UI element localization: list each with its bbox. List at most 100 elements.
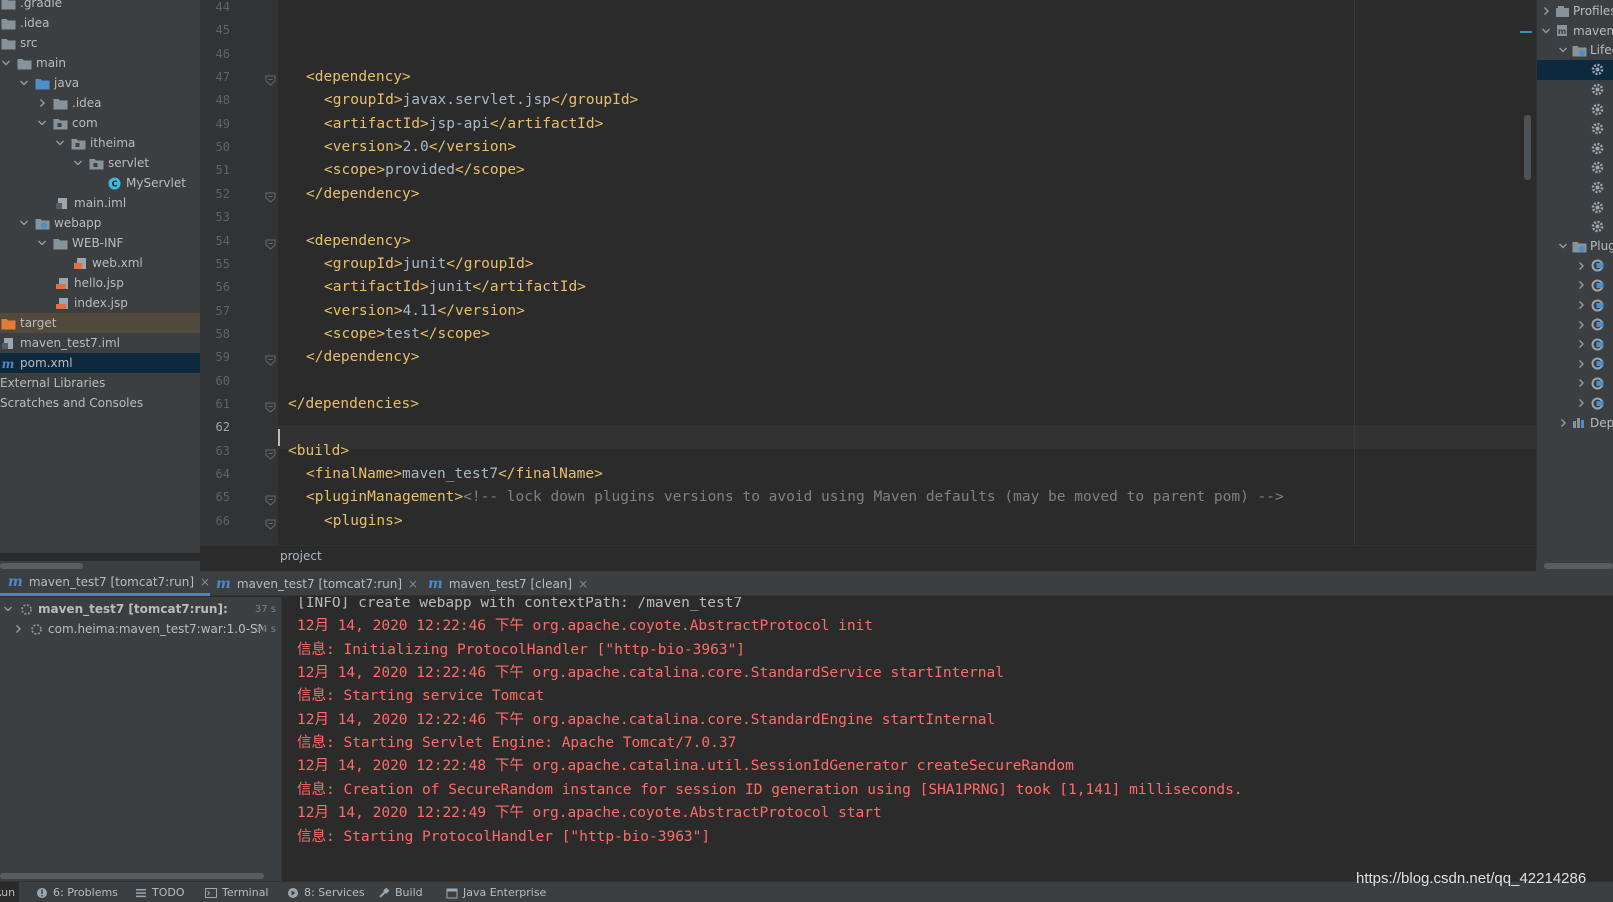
code-line[interactable]: <version>2.0</version> [324,135,516,159]
tool-window-button[interactable]: 8: Services [287,882,365,902]
maven-tree-item[interactable] [1537,79,1613,99]
maven-tree-item[interactable] [1537,138,1613,158]
tree-item[interactable]: target [0,313,200,333]
chevron-right-icon[interactable] [1575,338,1587,350]
breadcrumb-item[interactable]: project [280,549,322,563]
tree-item[interactable]: Scratches and Consoles [0,393,200,413]
tool-window-button[interactable]: Build [378,882,423,902]
tree-item[interactable]: External Libraries [0,373,200,393]
chevron-right-icon[interactable] [1575,260,1587,272]
code-line[interactable]: <pluginManagement><!-- lock down plugins… [306,485,1284,509]
chevron-right-icon[interactable] [1575,279,1587,291]
editor-vertical-scrollbar[interactable] [1524,115,1531,180]
tree-item[interactable]: main.iml [0,193,200,213]
maven-tree-item[interactable] [1537,334,1613,354]
chevron-down-icon[interactable] [54,137,66,149]
fold-marker-icon[interactable] [265,351,276,366]
maven-tree-item[interactable]: Lifecycle [1537,40,1613,60]
maven-tree-item[interactable] [1537,217,1613,237]
chevron-down-icon[interactable] [72,157,84,169]
tree-item[interactable]: C MyServlet [0,173,200,193]
code-line[interactable]: </dependencies> [288,392,419,416]
code-line[interactable]: <groupId>junit</groupId> [324,252,534,276]
code-line[interactable]: <build> [288,439,349,463]
run-tree-item[interactable]: com.heima:maven_test7:war:1.0-SNAPSHOT34… [0,619,282,639]
tool-window-button[interactable]: Run [0,882,20,902]
close-icon[interactable]: × [578,577,588,591]
tool-window-button[interactable]: Terminal [205,882,269,902]
run-tab[interactable]: m maven_test7 [tomcat7:run] × [0,571,211,596]
chevron-right-icon[interactable] [1575,299,1587,311]
project-horizontal-scrollbar[interactable] [0,561,200,571]
code-line[interactable]: <dependency> [306,229,411,253]
tree-item[interactable]: maven_test7.iml [0,333,200,353]
chevron-down-icon[interactable] [0,57,12,69]
tree-item[interactable]: servlet [0,153,200,173]
chevron-right-icon[interactable] [1540,5,1552,17]
tool-window-button[interactable]: TODO [135,882,185,902]
maven-tree-item[interactable] [1537,99,1613,119]
maven-tree-item[interactable] [1537,393,1613,413]
tree-item[interactable]: web.xml [0,253,200,273]
code-line[interactable]: <finalName>maven_test7</finalName> [306,462,603,486]
maven-tree-item[interactable] [1537,256,1613,276]
fold-marker-icon[interactable] [265,188,276,203]
code-line[interactable]: <groupId>javax.servlet.jsp</groupId> [324,88,638,112]
run-console[interactable]: [INFO] create webapp with contextPath: /… [283,597,1613,881]
tree-item[interactable]: m pom.xml [0,353,200,373]
tree-item[interactable]: .gradle [0,0,200,13]
close-icon[interactable]: × [408,577,418,591]
fold-marker-icon[interactable] [265,235,276,250]
maven-tree-item[interactable]: Profiles [1537,1,1613,21]
run-tree-horizontal-scrollbar[interactable] [0,872,264,880]
editor-breadcrumb[interactable]: project [200,545,1536,568]
tree-item[interactable]: WEB-INF [0,233,200,253]
tree-item[interactable]: main [0,53,200,73]
maven-tree-item[interactable]: m maven_test7 [1537,21,1613,41]
chevron-down-icon[interactable] [1557,44,1569,56]
maven-tree-item[interactable] [1537,119,1613,139]
run-tab[interactable]: m maven_test7 [clean] × [420,571,588,596]
code-line[interactable]: <scope>provided</scope> [324,158,525,182]
chevron-right-icon[interactable] [12,623,24,635]
scrollbar-thumb[interactable] [0,563,83,569]
maven-tree-item[interactable] [1537,295,1613,315]
scrollbar-thumb[interactable] [0,873,264,879]
maven-tree-item[interactable] [1537,197,1613,217]
tree-item[interactable]: itheima [0,133,200,153]
tree-item[interactable]: hello.jsp [0,273,200,293]
tree-item[interactable]: .idea [0,13,200,33]
run-tree-item[interactable]: maven_test7 [tomcat7:run]: 37 s [0,599,282,619]
chevron-down-icon[interactable] [2,603,14,615]
scrollbar-thumb[interactable] [1544,563,1613,569]
code-line[interactable]: <scope>test</scope> [324,322,490,346]
chevron-down-icon[interactable] [1557,240,1569,252]
maven-tree-item[interactable]: Dependencies [1537,413,1613,433]
chevron-down-icon[interactable] [36,117,48,129]
code-line[interactable]: <version>4.11</version> [324,299,525,323]
chevron-right-icon[interactable] [1557,417,1569,429]
maven-tree-item[interactable] [1537,275,1613,295]
maven-tree-item[interactable] [1537,354,1613,374]
chevron-right-icon[interactable] [36,97,48,109]
code-line[interactable]: </dependency> [306,345,420,369]
fold-marker-icon[interactable] [265,515,276,530]
tree-item[interactable]: src [0,33,200,53]
tree-item[interactable]: webapp [0,213,200,233]
code-editor[interactable]: <dependency> <groupId>javax.servlet.jsp</… [278,0,1536,545]
code-line[interactable]: <artifactId>junit</artifactId> [324,275,586,299]
tree-item[interactable]: com [0,113,200,133]
maven-horizontal-scrollbar[interactable] [1536,561,1613,571]
chevron-right-icon[interactable] [1575,397,1587,409]
chevron-down-icon[interactable] [18,217,30,229]
code-line[interactable]: <dependency> [306,65,411,89]
tool-window-button[interactable]: Java Enterprise [446,882,546,902]
chevron-right-icon[interactable] [1575,377,1587,389]
maven-tree-item[interactable] [1537,177,1613,197]
maven-tree-item[interactable] [1537,59,1613,80]
code-line[interactable]: <plugins> [324,509,403,533]
chevron-right-icon[interactable] [1575,358,1587,370]
fold-marker-icon[interactable] [265,398,276,413]
chevron-down-icon[interactable] [18,77,30,89]
chevron-right-icon[interactable] [1575,319,1587,331]
